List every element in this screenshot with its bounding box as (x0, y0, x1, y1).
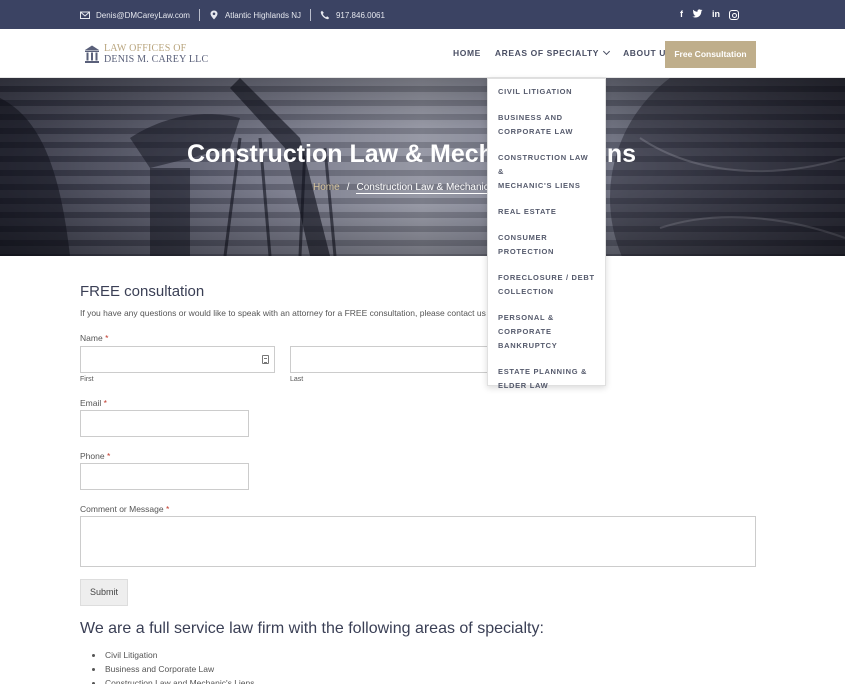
page-hero: Construction Law & Mechanic's Liens Home… (0, 78, 845, 256)
email-text: Denis@DMCareyLaw.com (96, 10, 190, 20)
free-consultation-button[interactable]: Free Consultation (665, 41, 756, 68)
form-intro: If you have any questions or would like … (80, 308, 486, 318)
menu-item-foreclosure-debt-collection[interactable]: FORECLOSURE / DEBT COLLECTION (488, 271, 605, 299)
last-name-input[interactable] (290, 346, 487, 373)
menu-item-real-estate[interactable]: REAL ESTATE (488, 205, 605, 219)
divider (309, 9, 311, 21)
courthouse-icon (85, 45, 99, 63)
menu-item-consumer-protection[interactable]: CONSUMER PROTECTION (488, 231, 605, 259)
email-link[interactable]: Denis@DMCareyLaw.com (80, 10, 190, 20)
menu-item-construction-law[interactable]: CONSTRUCTION LAW & MECHANIC'S LIENS (488, 151, 605, 193)
phone-link[interactable]: 917.846.0061 (320, 10, 385, 20)
facebook-icon[interactable]: f (680, 8, 683, 20)
list-item: Construction Law and Mechanic's Liens (92, 676, 255, 684)
breadcrumb-home-link[interactable]: Home (313, 182, 340, 193)
areas-list: Civil Litigation Business and Corporate … (92, 648, 255, 684)
required-mark: * (166, 504, 170, 514)
email-label: Email * (80, 398, 107, 408)
linkedin-icon[interactable]: in (712, 8, 720, 20)
phone-label: Phone * (80, 451, 111, 461)
first-name-input[interactable] (80, 346, 275, 373)
instagram-icon[interactable] (729, 9, 739, 20)
menu-item-civil-litigation[interactable]: CIVIL LITIGATION (488, 85, 605, 99)
list-item: Civil Litigation (92, 648, 255, 662)
site-header: LAW OFFICES OF DENIS M. CAREY LLC HOME A… (0, 29, 845, 78)
contact-info: Denis@DMCareyLaw.com Atlantic Highlands … (80, 9, 385, 21)
site-logo[interactable]: LAW OFFICES OF DENIS M. CAREY LLC (84, 43, 208, 65)
location-text: Atlantic Highlands NJ (224, 10, 301, 20)
name-label: Name * (80, 333, 109, 343)
phone-text: 917.846.0061 (335, 10, 385, 20)
chevron-down-icon (603, 47, 611, 56)
breadcrumb-separator: / (346, 182, 350, 193)
top-bar: Denis@DMCareyLaw.com Atlantic Highlands … (0, 0, 845, 29)
submit-button[interactable]: Submit (80, 579, 128, 606)
required-mark: * (106, 451, 111, 461)
email-field[interactable] (80, 410, 249, 437)
areas-heading: We are a full service law firm with the … (80, 620, 544, 637)
form-title: FREE consultation (80, 283, 205, 300)
comment-label: Comment or Message * (80, 504, 170, 514)
required-mark: * (105, 333, 109, 343)
required-mark: * (103, 398, 107, 408)
phone-icon (320, 10, 330, 20)
last-sublabel: Last (290, 376, 304, 383)
contact-card-icon (262, 355, 269, 364)
logo-line-1: LAW OFFICES OF (104, 43, 187, 54)
menu-item-bankruptcy[interactable]: PERSONAL & CORPORATE BANKRUPTCY (488, 311, 605, 353)
menu-item-estate-planning[interactable]: ESTATE PLANNING & ELDER LAW (488, 365, 605, 393)
phone-field[interactable] (80, 463, 249, 490)
map-pin-icon (210, 10, 218, 20)
divider (198, 9, 200, 21)
envelope-icon (80, 11, 90, 19)
twitter-icon[interactable] (692, 9, 703, 19)
comment-textarea[interactable] (80, 516, 756, 567)
logo-line-2: DENIS M. CAREY LLC (104, 54, 209, 65)
social-links: f in (680, 8, 739, 20)
nav-home[interactable]: HOME (453, 48, 481, 58)
first-sublabel: First (80, 376, 94, 383)
areas-dropdown-menu: CIVIL LITIGATION BUSINESS AND CORPORATE … (487, 78, 606, 390)
main-nav: HOME AREAS OF SPECIALTY ABOUT US (453, 47, 686, 58)
list-item: Business and Corporate Law (92, 662, 255, 676)
location-item: Atlantic Highlands NJ (209, 10, 301, 20)
nav-areas-label: AREAS OF SPECIALTY (494, 48, 600, 58)
nav-areas-of-specialty[interactable]: AREAS OF SPECIALTY (494, 47, 611, 58)
menu-item-business-corporate-law[interactable]: BUSINESS AND CORPORATE LAW (488, 111, 605, 139)
